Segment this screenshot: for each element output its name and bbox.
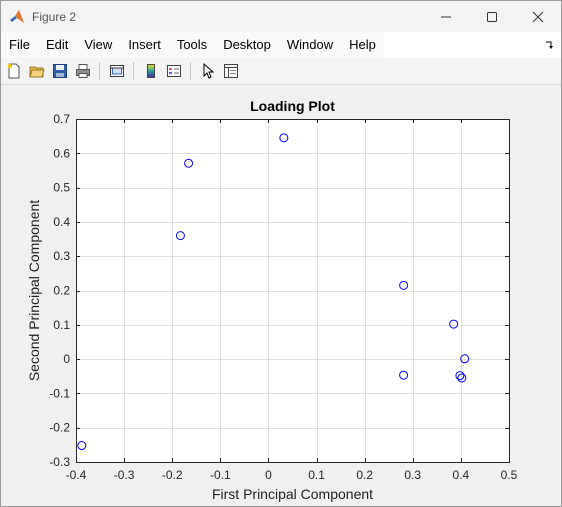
y-tick-label: -0.3	[49, 455, 70, 469]
x-tick-label: -0.3	[114, 468, 135, 482]
print-button[interactable]	[73, 61, 93, 81]
menu-insert[interactable]: Insert	[120, 32, 169, 58]
link-plot-button[interactable]	[107, 61, 127, 81]
maximize-button[interactable]	[469, 1, 515, 32]
x-tick-labels: -0.4 -0.3 -0.2 -0.1 0 0.1 0.2 0.3 0.4 0.5	[66, 468, 518, 482]
figure-window: Figure 2 File Edit View Insert Tools Des…	[0, 0, 562, 507]
property-inspector-button[interactable]	[221, 61, 241, 81]
x-tick-label: 0.1	[308, 468, 325, 482]
save-button[interactable]	[50, 61, 70, 81]
window-title: Figure 2	[32, 9, 77, 24]
menu-view[interactable]: View	[76, 32, 120, 58]
toolbar-separator	[190, 62, 191, 80]
x-tick-label: 0.5	[501, 468, 518, 482]
axes-background	[76, 119, 509, 462]
y-tick-label: 0.7	[53, 112, 70, 126]
close-icon	[532, 11, 544, 22]
x-tick-label: -0.2	[162, 468, 183, 482]
minimize-button[interactable]	[423, 1, 469, 32]
maximize-icon	[487, 11, 497, 22]
edit-plot-button[interactable]	[198, 61, 218, 81]
print-icon	[76, 64, 90, 78]
open-file-button[interactable]	[27, 61, 47, 81]
dock-arrow-icon[interactable]	[545, 40, 555, 53]
x-tick-label: 0.4	[453, 468, 470, 482]
y-tick-label: -0.1	[49, 386, 70, 400]
save-icon	[53, 64, 67, 78]
x-tick-label: -0.4	[66, 468, 87, 482]
y-tick-label: 0.3	[53, 249, 70, 263]
y-tick-label: 0.1	[53, 318, 70, 332]
edit-plot-arrow-icon	[203, 63, 215, 79]
minimize-icon	[441, 16, 451, 17]
plot-title: Loading Plot	[250, 98, 335, 114]
y-tick-label: 0	[63, 352, 70, 366]
toolbar-separator	[133, 62, 134, 80]
insert-colorbar-button[interactable]	[141, 61, 161, 81]
y-tick-label: 0.6	[53, 146, 70, 160]
matlab-app-icon	[9, 9, 25, 25]
new-figure-button[interactable]	[4, 61, 24, 81]
menu-file[interactable]: File	[1, 32, 38, 58]
x-tick-label: 0.3	[404, 468, 421, 482]
open-file-icon	[29, 66, 45, 78]
toolbar-separator	[99, 62, 100, 80]
figure-toolbar	[1, 58, 561, 85]
y-tick-labels: -0.3 -0.2 -0.1 0 0.1 0.2 0.3 0.4 0.5 0.6 0.7	[49, 112, 70, 469]
title-bar[interactable]: Figure 2	[1, 1, 561, 32]
property-inspector-icon	[224, 64, 238, 78]
close-button[interactable]	[515, 1, 561, 32]
menu-help[interactable]: Help	[341, 32, 384, 58]
figure-canvas: -0.4 -0.3 -0.2 -0.1 0 0.1 0.2 0.3 0.4 0.5 -0.3 -0.…	[1, 85, 561, 506]
menu-bar: File Edit View Insert Tools Desktop Wind…	[1, 32, 561, 58]
menu-desktop[interactable]: Desktop	[215, 32, 279, 58]
y-tick-label: 0.2	[53, 284, 70, 298]
x-tick-label: -0.1	[210, 468, 231, 482]
menu-window[interactable]: Window	[279, 32, 341, 58]
y-axis-label: Second Principal Component	[26, 200, 42, 381]
y-tick-label: -0.2	[49, 421, 70, 435]
x-axis-label: First Principal Component	[212, 486, 373, 502]
insert-legend-icon	[167, 65, 181, 77]
y-tick-label: 0.4	[53, 215, 70, 229]
menu-tools[interactable]: Tools	[169, 32, 215, 58]
x-tick-label: 0.2	[356, 468, 373, 482]
loading-plot-axes[interactable]: -0.4 -0.3 -0.2 -0.1 0 0.1 0.2 0.3 0.4 0.5 -0.3-0.…	[1, 85, 561, 506]
link-plot-icon	[110, 65, 124, 77]
x-tick-label: 0	[265, 468, 272, 482]
insert-colorbar-icon	[147, 64, 155, 78]
new-figure-icon	[7, 63, 20, 79]
insert-legend-button[interactable]	[164, 61, 184, 81]
y-tick-label: 0.5	[53, 181, 70, 195]
menu-edit[interactable]: Edit	[38, 32, 76, 58]
